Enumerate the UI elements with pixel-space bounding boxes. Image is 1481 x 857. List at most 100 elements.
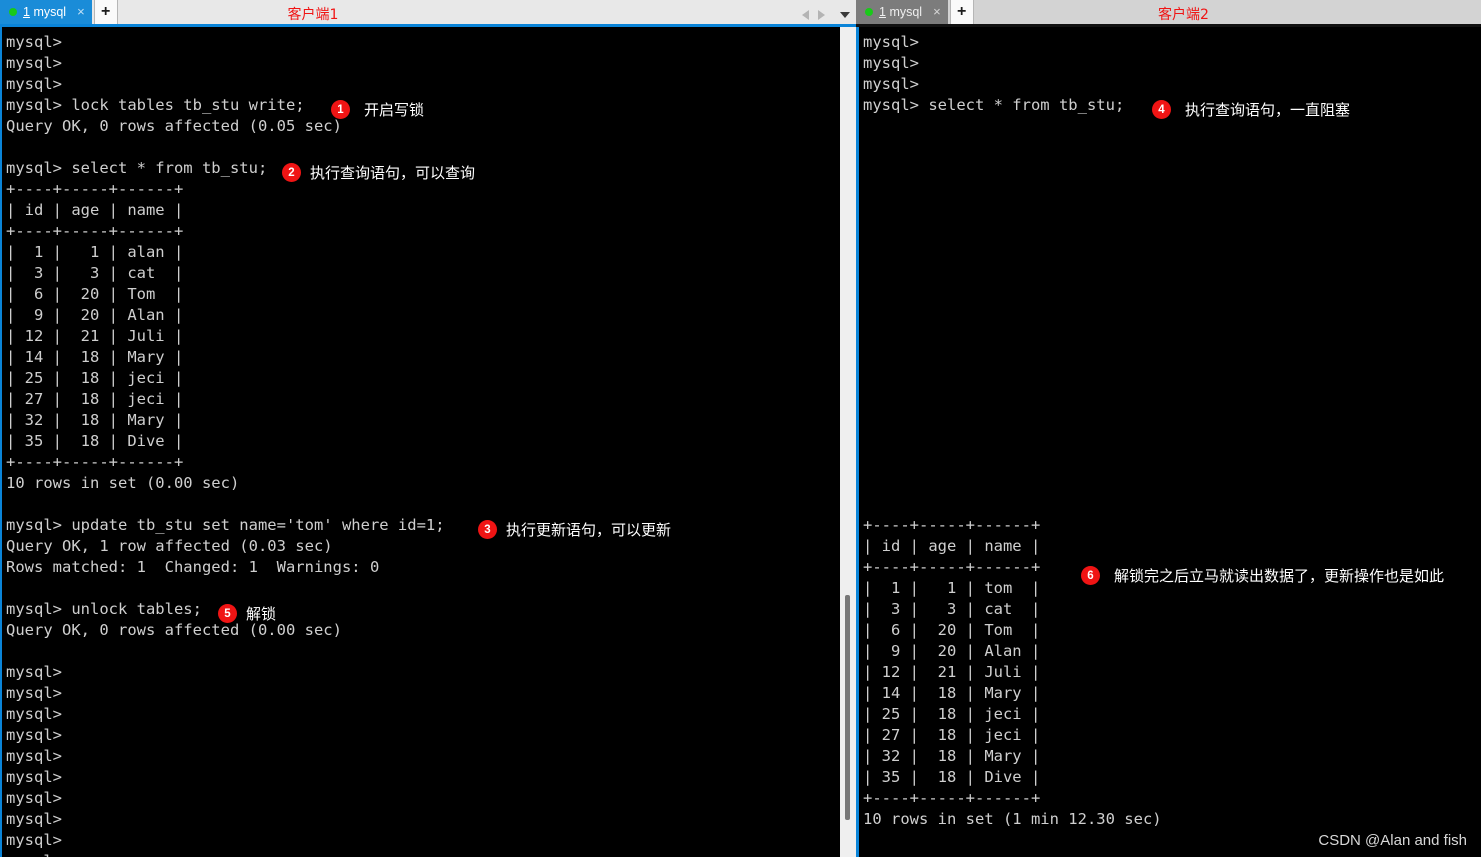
- terminal-line: | 27 | 18 | jeci |: [863, 726, 1041, 744]
- terminal-line: +----+-----+------+: [6, 453, 184, 471]
- watermark: CSDN @Alan and fish: [1318, 832, 1467, 849]
- terminal-line: Query OK, 1 row affected (0.03 sec): [6, 537, 333, 555]
- terminal-line: mysql>: [6, 789, 62, 807]
- annotation-5: 5 解锁: [218, 603, 276, 624]
- terminal-wrap-left: mysql> mysql> mysql> mysql> lock tables tb_…: [0, 27, 856, 857]
- terminal-line: mysql>: [6, 75, 62, 93]
- terminal-line: | id | age | name |: [863, 537, 1041, 555]
- tab-name-left: mysql: [33, 4, 67, 19]
- annotation-text-5: 解锁: [246, 605, 277, 623]
- terminal-line: | 1 | 1 | alan |: [6, 243, 184, 261]
- tab-mysql-left[interactable]: 1 mysql ×: [0, 0, 92, 24]
- terminal-line: Rows matched: 1 Changed: 1 Warnings: 0: [6, 558, 380, 576]
- terminal-line: +----+-----+------+: [6, 222, 184, 240]
- annotation-text-6: 解锁完之后立马就读出数据了，更新操作也是如此: [1114, 567, 1445, 585]
- terminal-line: 10 rows in set (1 min 12.30 sec): [863, 810, 1162, 828]
- chevron-down-icon[interactable]: [840, 12, 850, 18]
- terminal-line: | 9 | 20 | Alan |: [6, 306, 184, 324]
- terminal-wrap-right: mysql> mysql> mysql> mysql> select * from t…: [856, 27, 1481, 857]
- terminal-line: mysql>: [6, 726, 62, 744]
- annotation-2: 2 执行查询语句，可以查询: [282, 162, 475, 183]
- tab-close-icon-left[interactable]: ×: [77, 5, 85, 18]
- terminal-panel-left: 1 mysql × + 客户端1 mysql> mysql> mysql> mysql…: [0, 0, 856, 857]
- annotation-1: 1 开启写锁: [331, 99, 424, 120]
- terminal-line: mysql>: [6, 851, 840, 857]
- new-tab-button-left[interactable]: +: [93, 0, 118, 24]
- terminal-line: | 32 | 18 | Mary |: [863, 747, 1041, 765]
- terminal-line: mysql>: [6, 54, 62, 72]
- tab-label-right: 1 mysql: [879, 5, 922, 19]
- tab-close-icon-right[interactable]: ×: [933, 5, 941, 18]
- panel-title-left: 客户端1: [287, 7, 339, 23]
- terminal-panel-right: 1 mysql × + 客户端2 mysql> mysql> mysql> mysql…: [856, 0, 1481, 857]
- new-tab-button-right[interactable]: +: [949, 0, 974, 24]
- scrollbar-thumb-left[interactable]: [845, 595, 850, 820]
- terminal-line: mysql> unlock tables;: [6, 600, 202, 618]
- tabbar-right: 1 mysql × + 客户端2: [856, 0, 1481, 27]
- terminal-line: | 27 | 18 | jeci |: [6, 390, 184, 408]
- terminal-line: mysql>: [6, 663, 62, 681]
- terminal-line: mysql>: [6, 33, 62, 51]
- annotation-badge-3: 3: [478, 520, 497, 539]
- annotation-badge-5: 5: [218, 604, 237, 623]
- terminal-line: mysql>: [6, 705, 62, 723]
- annotation-6: 6 解锁完之后立马就读出数据了，更新操作也是如此: [1081, 565, 1444, 586]
- terminal-line: | 9 | 20 | Alan |: [863, 642, 1041, 660]
- tab-name-right: mysql: [889, 4, 923, 19]
- terminal-line: | 32 | 18 | Mary |: [6, 411, 184, 429]
- terminal-line: | 35 | 18 | Dive |: [863, 768, 1041, 786]
- annotation-4: 4 执行查询语句，一直阻塞: [1152, 99, 1350, 120]
- annotation-badge-2: 2: [282, 163, 301, 182]
- terminal-line: mysql>: [6, 768, 62, 786]
- terminal-line: +----+-----+------+: [863, 789, 1041, 807]
- scrollbar-left[interactable]: [840, 27, 856, 857]
- terminal-line: mysql> update tb_stu set name='tom' wher…: [6, 516, 445, 534]
- terminal-line: | id | age | name |: [6, 201, 184, 219]
- nav-right-arrow-icon[interactable]: [818, 10, 825, 20]
- terminal-line: | 6 | 20 | Tom |: [863, 621, 1041, 639]
- annotation-3: 3 执行更新语句，可以更新: [478, 519, 671, 540]
- tab-mysql-right[interactable]: 1 mysql ×: [856, 0, 948, 24]
- annotation-text-1: 开启写锁: [364, 101, 425, 119]
- tab-number-left: 1: [23, 4, 30, 19]
- nav-left-arrow-icon[interactable]: [802, 10, 809, 20]
- terminal-line: | 14 | 18 | Mary |: [863, 684, 1041, 702]
- terminal-output-right[interactable]: mysql> mysql> mysql> mysql> select * from t…: [859, 27, 1481, 857]
- terminal-line: | 35 | 18 | Dive |: [6, 432, 184, 450]
- terminal-line: mysql>: [863, 54, 919, 72]
- terminal-line: mysql>: [863, 75, 919, 93]
- terminal-line: mysql>: [6, 684, 62, 702]
- terminal-line: mysql>: [863, 33, 919, 51]
- tabbar-nav-left: [802, 10, 850, 20]
- terminal-line: | 25 | 18 | jeci |: [863, 705, 1041, 723]
- annotation-badge-4: 4: [1152, 100, 1171, 119]
- terminal-line: mysql>: [6, 747, 62, 765]
- app-root: 1 mysql × + 客户端1 mysql> mysql> mysql> mysql…: [0, 0, 1481, 857]
- terminal-line: | 14 | 18 | Mary |: [6, 348, 184, 366]
- terminal-line: | 12 | 21 | Juli |: [863, 663, 1041, 681]
- tabbar-left: 1 mysql × + 客户端1: [0, 0, 856, 27]
- terminal-line: mysql>: [6, 831, 62, 849]
- tab-status-dot-icon: [865, 7, 873, 16]
- terminal-output-left[interactable]: mysql> mysql> mysql> mysql> lock tables tb_…: [2, 27, 840, 857]
- annotation-badge-1: 1: [331, 100, 350, 119]
- annotation-text-3: 执行更新语句，可以更新: [506, 521, 672, 539]
- terminal-line: mysql>: [6, 810, 62, 828]
